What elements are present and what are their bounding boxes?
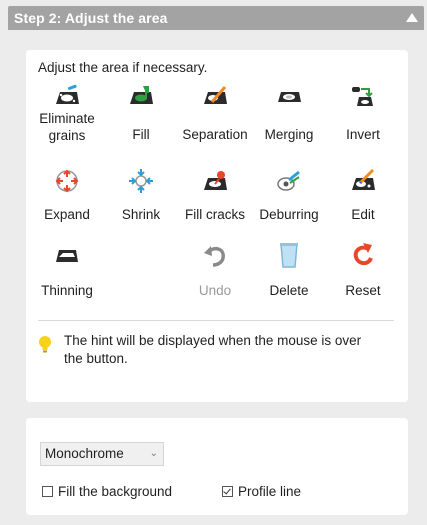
delete-button[interactable]: Delete: [252, 242, 326, 308]
tool-label: Fill cracks: [185, 207, 245, 222]
hint-text: The hint will be displayed when the mous…: [64, 333, 362, 366]
tool-label: Reset: [345, 283, 381, 298]
separation-button[interactable]: Separation: [178, 84, 252, 150]
fill-background-label: Fill the background: [58, 484, 173, 499]
step-header[interactable]: Step 2: Adjust the area: [8, 6, 424, 30]
tool-label: Delete: [269, 283, 309, 298]
shrink-button[interactable]: Shrink: [104, 168, 178, 234]
tool-label: Expand: [44, 207, 90, 222]
fill-cracks-icon: [204, 171, 227, 190]
tool-label: Shrink: [121, 207, 161, 222]
undo-icon: [204, 246, 225, 267]
fill-button[interactable]: Fill: [104, 84, 178, 150]
tool-label: Separation: [182, 127, 248, 142]
fill-background-checkbox[interactable]: Fill the background: [42, 484, 172, 499]
shrink-icon: [129, 169, 153, 193]
tool-label: Invert: [346, 127, 380, 142]
deburring-button[interactable]: Deburring: [252, 168, 326, 234]
checkbox-box[interactable]: [42, 486, 53, 497]
thinning-button[interactable]: Thinning: [30, 242, 104, 308]
checkbox-box[interactable]: [222, 486, 233, 497]
delete-icon: [280, 243, 298, 268]
fill-icon: [130, 86, 153, 104]
chevron-down-icon: ⌄: [149, 448, 158, 459]
deburring-icon: [277, 170, 300, 191]
tool-label: Eliminate grains: [39, 111, 95, 143]
collapse-caret-icon[interactable]: [406, 13, 418, 22]
tool-label: Fill: [132, 127, 150, 142]
thinning-icon: [56, 250, 78, 262]
divider: [38, 320, 394, 321]
reset-icon: [353, 243, 373, 266]
display-mode-dropdown[interactable]: Monochrome ⌄: [40, 442, 164, 466]
tool-label: Deburring: [259, 207, 319, 222]
intro-text: Adjust the area if necessary.: [38, 60, 208, 75]
display-options-panel: Monochrome ⌄ Fill the background Profile…: [26, 418, 408, 515]
undo-button[interactable]: Undo: [178, 242, 252, 308]
merging-button[interactable]: Merging: [252, 84, 326, 150]
expand-button[interactable]: Expand: [30, 168, 104, 234]
eliminate-grains-button[interactable]: Eliminate grains: [30, 84, 104, 150]
display-mode-value: Monochrome: [45, 446, 124, 461]
tool-label: Edit: [351, 207, 375, 222]
tool-label: Thinning: [41, 283, 93, 298]
lightbulb-icon: [39, 336, 51, 353]
merging-icon: [278, 92, 301, 102]
separation-icon: [204, 86, 227, 104]
fill-cracks-button[interactable]: Fill cracks: [178, 168, 252, 234]
tool-label: Merging: [264, 127, 314, 142]
profile-line-checkbox[interactable]: Profile line: [222, 484, 301, 499]
profile-line-label: Profile line: [238, 484, 302, 499]
reset-button[interactable]: Reset: [326, 242, 400, 308]
edit-button[interactable]: Edit: [326, 168, 400, 234]
expand-icon: [55, 169, 79, 193]
invert-icon: [352, 87, 373, 106]
step-title: Step 2: Adjust the area: [14, 10, 168, 26]
edit-icon: [352, 168, 375, 190]
eliminate-grains-icon: [56, 84, 79, 104]
adjust-area-panel: Adjust the area if necessary. Eliminate g…: [26, 50, 408, 402]
invert-button[interactable]: Invert: [326, 84, 400, 150]
tool-label: Undo: [198, 283, 232, 298]
